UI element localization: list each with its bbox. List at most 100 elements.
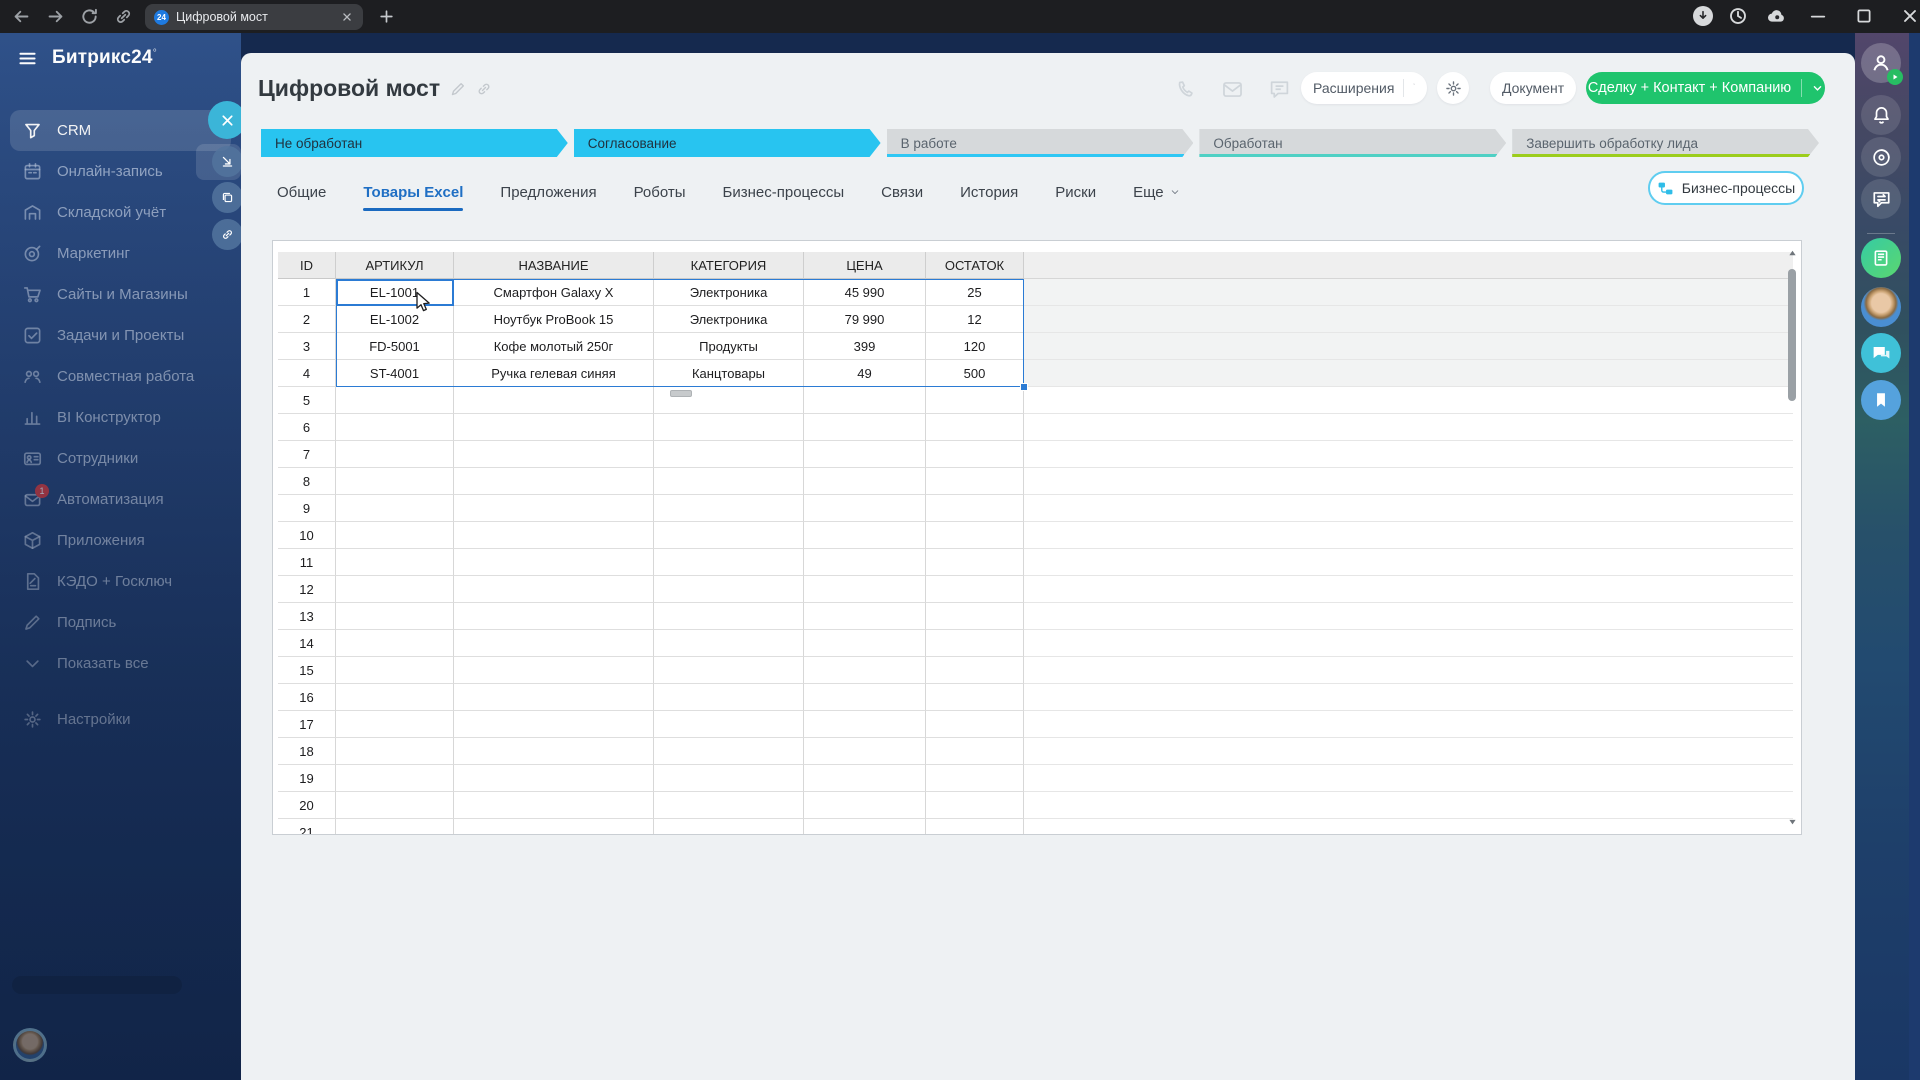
sheet-cell[interactable]: [454, 765, 654, 792]
sheet-cell[interactable]: [804, 441, 926, 468]
tab-предложения[interactable]: Предложения: [500, 184, 596, 203]
sheet-cell[interactable]: [804, 657, 926, 684]
sheet-cell[interactable]: [454, 711, 654, 738]
sheet-cell[interactable]: 120: [926, 333, 1024, 360]
row-id-cell[interactable]: 21: [278, 819, 336, 834]
column-header[interactable]: ID: [278, 252, 336, 279]
sheet-cell[interactable]: [454, 630, 654, 657]
sheet-cell[interactable]: [454, 819, 654, 834]
sheet-cell[interactable]: FD-5001: [336, 333, 454, 360]
sheet-cell[interactable]: [926, 522, 1024, 549]
sheet-cell[interactable]: [926, 549, 1024, 576]
sheet-cell[interactable]: ST-4001: [336, 360, 454, 387]
tab-история[interactable]: История: [960, 184, 1018, 203]
sheet-vertical-scrollbar[interactable]: [1787, 245, 1798, 830]
sheet-cell[interactable]: EL-1001: [336, 279, 454, 306]
sheet-cell[interactable]: [654, 603, 804, 630]
call-phone-icon[interactable]: [1175, 79, 1196, 100]
notifications-bell-icon[interactable]: [1861, 95, 1901, 135]
contact-avatar[interactable]: [1861, 287, 1901, 327]
sheet-cell[interactable]: [804, 576, 926, 603]
sheet-cell[interactable]: Продукты: [654, 333, 804, 360]
sheet-cell[interactable]: [336, 711, 454, 738]
chat-icon[interactable]: [1269, 79, 1290, 100]
sheet-cell[interactable]: [926, 657, 1024, 684]
sheet-cell[interactable]: [336, 441, 454, 468]
sheet-cell[interactable]: [926, 468, 1024, 495]
pipeline-stage[interactable]: Согласование: [574, 129, 881, 157]
sheet-cell[interactable]: [926, 630, 1024, 657]
sheet-cell[interactable]: [926, 603, 1024, 630]
messenger-sync-icon[interactable]: [1861, 179, 1901, 219]
sheet-cell[interactable]: [336, 387, 454, 414]
history-clock-icon[interactable]: [1728, 6, 1748, 26]
sheet-cell[interactable]: [926, 684, 1024, 711]
bookmark-icon[interactable]: [1861, 380, 1901, 420]
sheet-cell[interactable]: [926, 819, 1024, 834]
maximize-icon[interactable]: [1854, 6, 1874, 26]
sheet-cell[interactable]: 79 990: [804, 306, 926, 333]
create-deal-contact-company-button[interactable]: Сделку + Контакт + Компанию: [1586, 72, 1825, 104]
sheet-cell[interactable]: [926, 711, 1024, 738]
bitrix24-logo[interactable]: Битрикс24°: [52, 47, 157, 69]
sheet-cell[interactable]: Канцтовары: [654, 360, 804, 387]
sidebar-item-sign[interactable]: Подпись: [10, 602, 231, 643]
autofill-options-button[interactable]: [670, 390, 692, 397]
row-id-cell[interactable]: 2: [278, 306, 336, 333]
sheet-cell[interactable]: [454, 522, 654, 549]
sheet-cell[interactable]: [804, 630, 926, 657]
sheet-cell[interactable]: 45 990: [804, 279, 926, 306]
column-header[interactable]: АРТИКУЛ: [336, 252, 454, 279]
tab-еще[interactable]: Еще: [1133, 184, 1180, 203]
sheet-cell[interactable]: 500: [926, 360, 1024, 387]
copilot-icon[interactable]: [1861, 137, 1901, 177]
sheet-cell[interactable]: [804, 522, 926, 549]
row-id-cell[interactable]: 7: [278, 441, 336, 468]
copy-link-slider-icon[interactable]: [212, 219, 243, 250]
sheet-cell[interactable]: [336, 738, 454, 765]
sidebar-item-sites-stores[interactable]: Сайты и Магазины: [10, 274, 231, 315]
sidebar-item-inventory[interactable]: Складской учёт: [10, 192, 231, 233]
sheet-cell[interactable]: [804, 684, 926, 711]
sheet-cell[interactable]: 399: [804, 333, 926, 360]
pipeline-stage[interactable]: Обработан: [1199, 129, 1506, 157]
row-id-cell[interactable]: 16: [278, 684, 336, 711]
row-id-cell[interactable]: 20: [278, 792, 336, 819]
tab-риски[interactable]: Риски: [1055, 184, 1096, 203]
news-feed-icon[interactable]: [1861, 238, 1901, 278]
download-icon[interactable]: [1693, 6, 1713, 26]
tab-связи[interactable]: Связи: [881, 184, 923, 203]
sheet-cell[interactable]: [926, 495, 1024, 522]
sheet-cell[interactable]: [454, 684, 654, 711]
sheet-cell[interactable]: [336, 684, 454, 711]
cloud-icon[interactable]: [1766, 6, 1786, 26]
copy-link-title-icon[interactable]: [476, 81, 492, 97]
tab-бизнес-процессы[interactable]: Бизнес-процессы: [723, 184, 845, 203]
pipeline-stage[interactable]: Не обработан: [261, 129, 568, 157]
sheet-cell[interactable]: [454, 414, 654, 441]
row-id-cell[interactable]: 12: [278, 576, 336, 603]
sheet-cell[interactable]: [926, 576, 1024, 603]
sheet-cell[interactable]: [926, 765, 1024, 792]
tab-товары-excel[interactable]: Товары Excel: [363, 184, 464, 211]
reload-icon[interactable]: [80, 7, 99, 26]
sheet-cell[interactable]: [336, 792, 454, 819]
sheet-cell[interactable]: [336, 468, 454, 495]
sheet-cell[interactable]: [654, 495, 804, 522]
email-icon[interactable]: [1222, 79, 1243, 100]
sheet-cell[interactable]: [926, 441, 1024, 468]
link-icon[interactable]: [114, 7, 133, 26]
sheet-cell[interactable]: [926, 414, 1024, 441]
user-avatar[interactable]: [13, 1028, 47, 1062]
scroll-down-icon[interactable]: [1788, 817, 1797, 826]
sheet-cell[interactable]: [654, 711, 804, 738]
forward-icon[interactable]: [46, 7, 65, 26]
sheet-cell[interactable]: [454, 792, 654, 819]
edit-title-icon[interactable]: [450, 81, 466, 97]
sidebar-item-marketing[interactable]: Маркетинг: [10, 233, 231, 274]
scrollbar-thumb[interactable]: [1788, 269, 1796, 401]
column-header[interactable]: КАТЕГОРИЯ: [654, 252, 804, 279]
sidebar-item-crm[interactable]: CRM: [10, 110, 231, 151]
sheet-cell[interactable]: [654, 576, 804, 603]
back-icon[interactable]: [12, 7, 31, 26]
